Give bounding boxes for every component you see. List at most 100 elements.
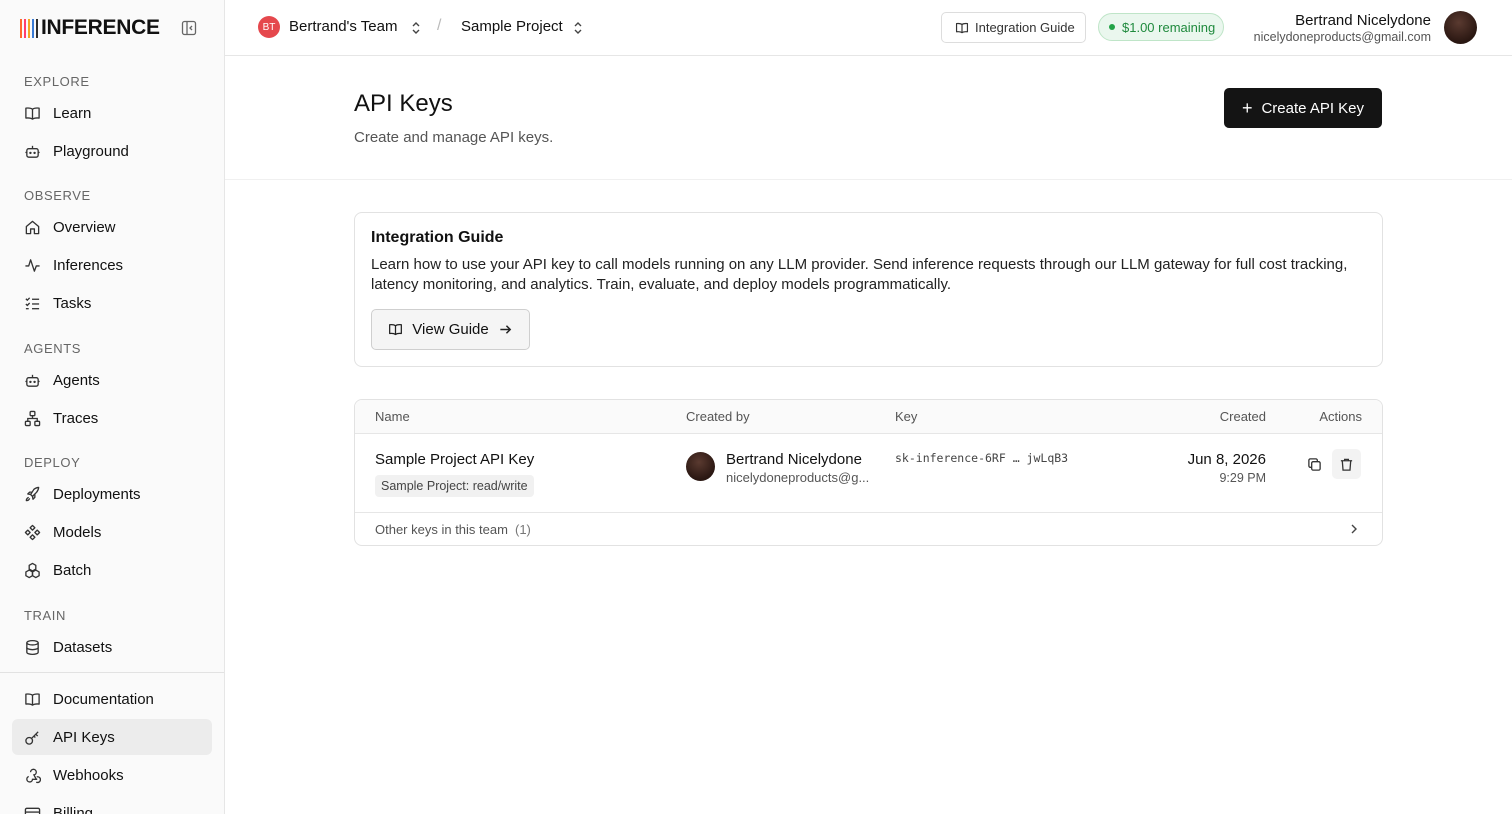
sidebar-item-label: Datasets xyxy=(53,638,113,656)
page-subtitle: Create and manage API keys. xyxy=(354,129,554,146)
workflow-icon xyxy=(24,410,41,426)
sidebar-item-label: Traces xyxy=(53,409,99,427)
sidebar-item-label: Models xyxy=(53,523,102,541)
sidebar-item-overview[interactable]: Overview xyxy=(12,209,212,245)
credit-label: $1.00 remaining xyxy=(1122,19,1216,35)
section-label-deploy: DEPLOY xyxy=(24,455,81,470)
other-keys-label: Other keys in this team xyxy=(375,522,508,537)
view-guide-label: View Guide xyxy=(412,321,489,338)
copy-key-button[interactable] xyxy=(1300,449,1329,479)
book-icon xyxy=(955,22,969,33)
column-header-created-by: Created by xyxy=(686,409,750,424)
sidebar-item-label: Overview xyxy=(53,218,116,236)
section-label-explore: EXPLORE xyxy=(24,74,90,89)
sidebar-item-label: Documentation xyxy=(53,690,154,708)
integration-guide-button[interactable]: Integration Guide xyxy=(941,12,1086,43)
database-icon xyxy=(26,639,39,655)
list-checks-icon xyxy=(25,296,40,309)
sidebar-item-playground[interactable]: Playground xyxy=(12,133,212,169)
delete-key-button[interactable] xyxy=(1332,449,1361,479)
activity-icon xyxy=(25,258,40,272)
sidebar-item-webhooks[interactable]: Webhooks xyxy=(12,757,212,793)
sidebar-item-label: Webhooks xyxy=(53,766,124,784)
sidebar-item-batch[interactable]: Batch xyxy=(12,552,212,588)
sidebar-item-agents[interactable]: Agents xyxy=(12,362,212,398)
key-name: Sample Project API Key xyxy=(375,451,535,468)
arrow-right-icon xyxy=(500,325,511,334)
sidebar-item-label: Deployments xyxy=(53,485,141,503)
sidebar-item-traces[interactable]: Traces xyxy=(12,400,212,436)
integration-guide-card: Integration Guide Learn how to use your … xyxy=(354,212,1383,367)
sidebar-divider xyxy=(0,672,224,673)
sidebar-item-learn[interactable]: Learn xyxy=(12,95,212,131)
column-header-key: Key xyxy=(895,409,918,424)
key-scope-badge: Sample Project: read/write xyxy=(375,475,534,497)
sidebar-collapse-icon[interactable] xyxy=(181,20,197,36)
logo-mark-icon xyxy=(20,18,38,38)
home-icon xyxy=(25,220,40,234)
sidebar-item-billing[interactable]: Billing xyxy=(12,795,212,814)
column-header-name: Name xyxy=(375,409,410,424)
book-icon xyxy=(25,106,40,120)
plus-icon: + xyxy=(1241,98,1253,118)
bot-icon xyxy=(25,145,40,158)
create-api-key-button[interactable]: + Create API Key xyxy=(1224,88,1382,128)
section-label-train: TRAIN xyxy=(24,608,66,623)
credit-card-icon xyxy=(24,807,41,814)
credit-badge[interactable]: $1.00 remaining xyxy=(1098,13,1224,41)
key-value: sk-inference-6RF … jwLqB3 xyxy=(895,451,1069,465)
creator-name: Bertrand Nicelydone xyxy=(726,451,862,468)
column-header-actions: Actions xyxy=(1319,409,1362,424)
breadcrumb-separator: / xyxy=(437,17,442,34)
section-label-agents: AGENTS xyxy=(24,341,82,356)
team-avatar[interactable]: BT xyxy=(258,16,280,38)
rocket-icon xyxy=(25,486,40,501)
creator-email: nicelydoneproducts@g... xyxy=(726,470,870,485)
sidebar-item-label: Agents xyxy=(53,371,100,389)
sidebar-item-label: Playground xyxy=(53,142,129,160)
created-time: 9:29 PM xyxy=(1219,471,1266,485)
page-title: API Keys xyxy=(354,90,453,117)
component-icon xyxy=(24,524,41,540)
chevrons-up-down-icon[interactable] xyxy=(411,21,421,35)
sidebar-item-tasks[interactable]: Tasks xyxy=(12,285,212,321)
integration-guide-label: Integration Guide xyxy=(975,20,1075,35)
webhook-icon xyxy=(26,768,41,783)
team-switcher[interactable]: Bertrand's Team xyxy=(289,18,397,35)
logo-text: INFERENCE xyxy=(41,16,160,39)
book-icon xyxy=(25,692,40,706)
column-header-created: Created xyxy=(1219,409,1266,424)
chevrons-up-down-icon[interactable] xyxy=(573,21,583,35)
user-avatar[interactable] xyxy=(1444,11,1477,44)
book-icon xyxy=(389,324,403,336)
sidebar-item-label: Learn xyxy=(53,104,92,122)
key-icon xyxy=(25,730,39,745)
sidebar-item-inferences[interactable]: Inferences xyxy=(12,247,212,283)
api-keys-table: Name Created by Key Created Actions Samp… xyxy=(354,399,1383,546)
integration-title: Integration Guide xyxy=(371,229,504,246)
sidebar-item-label: Billing xyxy=(53,804,94,814)
bot-icon xyxy=(25,374,40,387)
sidebar-item-api-keys[interactable]: API Keys xyxy=(12,719,212,755)
sidebar: INFERENCE EXPLORE Learn Playground OBSER… xyxy=(0,0,225,814)
other-keys-row[interactable]: Other keys in this team (1) xyxy=(355,513,1382,545)
status-dot-icon xyxy=(1109,24,1115,30)
project-switcher[interactable]: Sample Project xyxy=(461,18,563,35)
integration-description: Learn how to use your API key to call mo… xyxy=(371,256,1348,293)
view-guide-button[interactable]: View Guide xyxy=(371,309,530,350)
copy-icon xyxy=(1308,457,1321,471)
section-label-observe: OBSERVE xyxy=(24,188,91,203)
trash-icon xyxy=(1340,458,1353,471)
sidebar-item-label: Tasks xyxy=(53,294,92,312)
chevron-right-icon xyxy=(1351,524,1357,534)
created-date: Jun 8, 2026 xyxy=(1187,451,1266,468)
sidebar-item-documentation[interactable]: Documentation xyxy=(12,681,212,717)
table-row[interactable]: Sample Project API Key Sample Project: r… xyxy=(355,434,1382,513)
sidebar-item-datasets[interactable]: Datasets xyxy=(12,629,212,665)
logo[interactable]: INFERENCE xyxy=(20,16,160,40)
sidebar-item-models[interactable]: Models xyxy=(12,514,212,550)
sidebar-item-deployments[interactable]: Deployments xyxy=(12,476,212,512)
other-keys-count: (1) xyxy=(515,522,531,537)
user-email: nicelydoneproducts@gmail.com xyxy=(1253,30,1431,44)
top-header: BT Bertrand's Team / Sample Project Inte… xyxy=(225,0,1512,56)
